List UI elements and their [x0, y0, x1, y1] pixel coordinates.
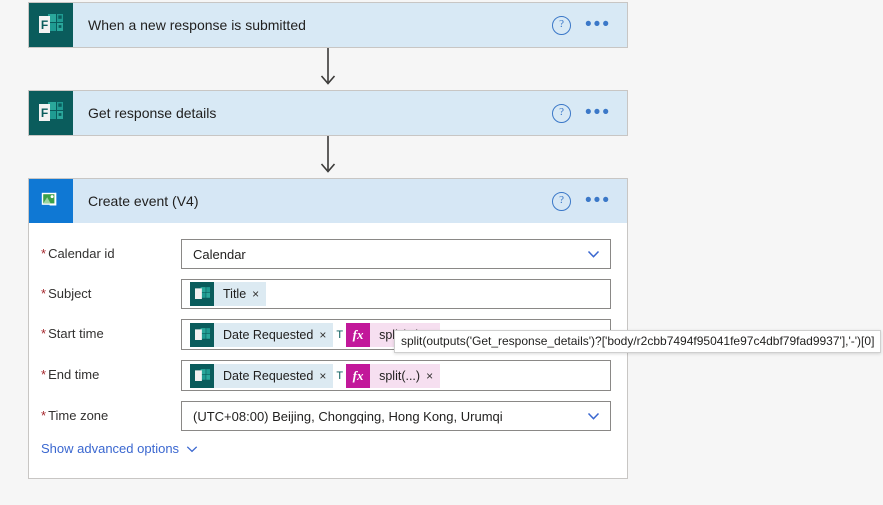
time-separator: T — [336, 328, 344, 341]
required-marker: * — [41, 367, 47, 382]
calendar-id-dropdown[interactable]: Calendar — [181, 239, 611, 269]
expression-token[interactable]: fx split(...) × — [346, 363, 441, 388]
field-label-text: Calendar id — [48, 246, 115, 261]
forms-glyph — [194, 287, 210, 299]
field-label: * Start time — [29, 319, 181, 341]
help-icon[interactable]: ? — [552, 191, 572, 211]
token-label: split(...) — [379, 368, 421, 383]
step-header-actions: ? ••• — [552, 15, 627, 35]
step-header[interactable]: Create event (V4) ? ••• — [29, 179, 627, 223]
broken-image-icon — [41, 192, 61, 210]
remove-token-icon[interactable]: × — [318, 369, 333, 383]
step-header[interactable]: F Get response details ? ••• — [29, 91, 627, 135]
flow-step-create-event-v4[interactable]: Create event (V4) ? ••• * Calendar id Cal… — [28, 178, 628, 479]
token-label: Date Requested — [223, 327, 314, 342]
dynamic-content-token[interactable]: Title × — [190, 282, 267, 306]
dynamic-content-token[interactable]: Date Requested × — [190, 322, 334, 347]
flow-canvas: F When a new response is submitted ? ••• — [28, 2, 628, 479]
chevron-down-icon — [186, 445, 198, 452]
forms-icon — [190, 363, 214, 388]
remove-token-icon[interactable]: × — [318, 328, 333, 342]
more-options-icon[interactable]: ••• — [585, 103, 611, 122]
flow-connector-arrow — [28, 48, 628, 90]
expression-tooltip-text: split(outputs('Get_response_details')?['… — [401, 334, 875, 348]
more-options-icon[interactable]: ••• — [585, 15, 611, 34]
flow-step-when-a-new-response-is-submitted[interactable]: F When a new response is submitted ? ••• — [28, 2, 628, 48]
token-list: Date Requested × T fx split(...) × — [190, 363, 441, 388]
subject-input[interactable]: Title × — [181, 279, 611, 309]
time-zone-value: (UTC+08:00) Beijing, Chongqing, Hong Kon… — [193, 408, 503, 424]
field-label: * End time — [29, 360, 181, 382]
chevron-down-icon[interactable] — [587, 248, 600, 261]
microsoft-forms-icon: F — [29, 3, 73, 47]
svg-text:F: F — [41, 106, 48, 120]
token-list: Title × — [190, 282, 267, 306]
field-label: * Subject — [29, 279, 181, 301]
show-advanced-options-link[interactable]: Show advanced options — [29, 441, 198, 456]
microsoft-forms-icon: F — [29, 91, 73, 135]
field-control: Date Requested × T fx split(...) × — [181, 360, 611, 391]
time-separator: T — [336, 369, 344, 382]
field-calendar-id: * Calendar id Calendar — [29, 239, 627, 269]
fx-icon: fx — [346, 363, 371, 388]
calendar-id-value: Calendar — [193, 246, 246, 262]
remove-token-icon[interactable]: × — [425, 369, 440, 383]
field-label-text: End time — [48, 367, 100, 382]
step-header[interactable]: F When a new response is submitted ? ••• — [29, 3, 627, 47]
help-icon[interactable]: ? — [552, 15, 572, 35]
field-control: (UTC+08:00) Beijing, Chongqing, Hong Kon… — [181, 401, 611, 431]
step-title: Get response details — [88, 105, 217, 121]
fx-icon: fx — [346, 322, 371, 347]
field-end-time: * End time Date Requested × T fx split(.… — [29, 360, 627, 391]
show-advanced-options-label: Show advanced options — [41, 441, 180, 456]
time-zone-dropdown[interactable]: (UTC+08:00) Beijing, Chongqing, Hong Kon… — [181, 401, 611, 431]
expression-tooltip: split(outputs('Get_response_details')?['… — [394, 330, 882, 353]
field-label: * Time zone — [29, 401, 181, 423]
field-label-text: Time zone — [48, 408, 109, 423]
required-marker: * — [41, 408, 47, 423]
field-label: * Calendar id — [29, 239, 181, 261]
field-time-zone: * Time zone (UTC+08:00) Beijing, Chongqin… — [29, 401, 627, 431]
forms-glyph: F — [39, 14, 63, 33]
end-time-input[interactable]: Date Requested × T fx split(...) × — [181, 360, 611, 391]
field-control: Title × — [181, 279, 611, 309]
field-control: Calendar — [181, 239, 611, 269]
step-title: Create event (V4) — [88, 193, 199, 209]
more-options-icon[interactable]: ••• — [585, 191, 611, 210]
help-icon[interactable]: ? — [552, 103, 572, 123]
required-marker: * — [41, 286, 47, 301]
step-header-actions: ? ••• — [552, 103, 627, 123]
chevron-down-icon[interactable] — [587, 410, 600, 423]
flow-step-get-response-details[interactable]: F Get response details ? ••• — [28, 90, 628, 136]
forms-glyph: F — [39, 102, 63, 121]
required-marker: * — [41, 246, 47, 261]
token-label: Title — [223, 287, 247, 301]
forms-icon — [190, 322, 214, 347]
arrow-down-icon — [320, 136, 336, 173]
office-365-outlook-icon — [29, 179, 73, 223]
forms-icon — [190, 282, 214, 306]
svg-text:F: F — [41, 18, 48, 32]
required-marker: * — [41, 326, 47, 341]
forms-glyph — [194, 327, 210, 340]
remove-token-icon[interactable]: × — [251, 287, 266, 301]
step-header-actions: ? ••• — [552, 191, 627, 211]
field-label-text: Start time — [48, 326, 104, 341]
field-subject: * Subject Title × — [29, 279, 627, 309]
token-label: Date Requested — [223, 368, 314, 383]
field-label-text: Subject — [48, 286, 92, 301]
flow-connector-arrow — [28, 136, 628, 178]
step-title: When a new response is submitted — [88, 17, 306, 33]
arrow-down-icon — [320, 48, 336, 85]
forms-glyph — [194, 368, 210, 381]
dynamic-content-token[interactable]: Date Requested × — [190, 363, 334, 388]
